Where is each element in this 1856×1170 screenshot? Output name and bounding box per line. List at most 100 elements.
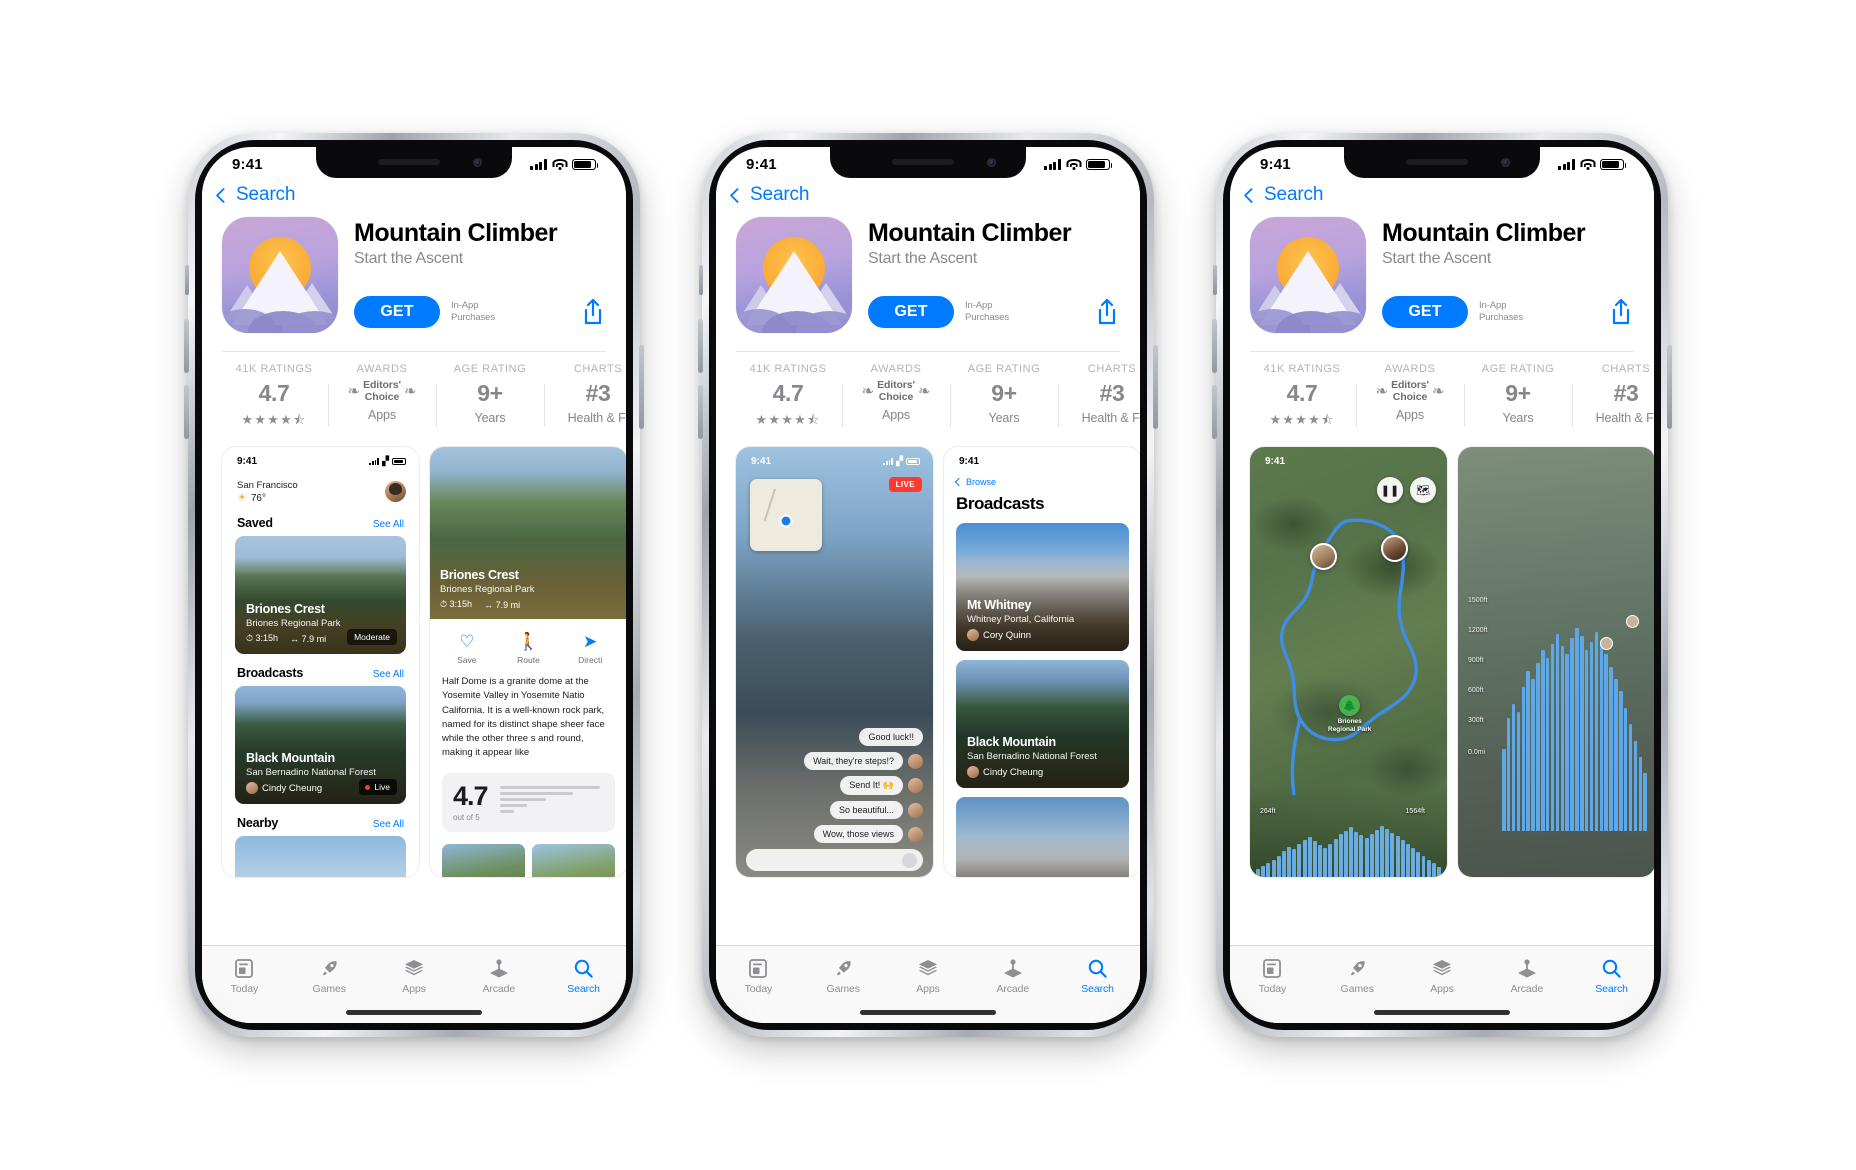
thumbnail[interactable] xyxy=(532,843,615,877)
stat-age-rating[interactable]: AGE RATING 9+ Years xyxy=(950,363,1058,433)
stat-charts[interactable]: CHARTS #3 Health & Fi xyxy=(544,363,626,433)
tab-arcade[interactable]: Arcade xyxy=(1484,955,1569,995)
get-button[interactable]: GET xyxy=(354,296,440,328)
phone-screen: 9:41 Search Mountain Climber Start the A… xyxy=(1230,147,1654,1023)
volume-up-button[interactable] xyxy=(1212,319,1217,373)
chart-marker-2[interactable] xyxy=(1626,615,1639,628)
tab-arcade[interactable]: Arcade xyxy=(456,955,541,995)
hike-card-nearby[interactable] xyxy=(235,836,406,877)
action-route[interactable]: 🚶 Route xyxy=(498,631,560,665)
tab-label: Apps xyxy=(402,983,426,995)
stat-charts[interactable]: CHARTS #3 Health & Fi xyxy=(1058,363,1140,433)
screenshot-live-broadcast[interactable]: 9:41 ▞ LIVE Good luck!! Wait, they're st… xyxy=(736,447,933,877)
silent-switch[interactable] xyxy=(185,265,189,295)
tab-apps[interactable]: Apps xyxy=(372,955,457,995)
volume-up-button[interactable] xyxy=(184,319,189,373)
power-button[interactable] xyxy=(639,345,644,429)
stat-awards[interactable]: AWARDS ❧ Editors' Choice ❧ Apps xyxy=(328,363,436,433)
tab-apps[interactable]: Apps xyxy=(886,955,971,995)
stat-age-rating[interactable]: AGE RATING 9+ Years xyxy=(1464,363,1572,433)
action-save[interactable]: ♡ Save xyxy=(436,631,498,665)
screenshot-gallery[interactable]: 9:41 ▞ LIVE Good luck!! Wait, they're st… xyxy=(716,433,1140,1023)
see-all-link[interactable]: See All xyxy=(373,669,404,680)
park-marker[interactable]: 🌲 Briones Regional Park xyxy=(1328,695,1371,734)
silent-switch[interactable] xyxy=(1213,265,1217,295)
screenshot-stage: 9:41 Search Mountain Climber Start the A… xyxy=(0,0,1856,1170)
volume-down-button[interactable] xyxy=(1212,385,1217,439)
stat-ratings[interactable]: 41K RATINGS 4.7 ★★★★⯪ xyxy=(734,363,842,433)
back-to-search-link[interactable]: Search xyxy=(215,184,295,206)
tab-games[interactable]: Games xyxy=(287,955,372,995)
home-indicator[interactable] xyxy=(346,1010,482,1015)
action-directions[interactable]: ➤ Directi xyxy=(559,631,621,665)
screenshot-gallery[interactable]: 9:41 ❚❚ 🗺 🌲 Briones Regional Park 264ft … xyxy=(1230,433,1654,1023)
mini-map-icon[interactable] xyxy=(750,479,822,551)
y-tick-label: 1500ft xyxy=(1468,597,1488,604)
share-icon[interactable] xyxy=(1096,298,1118,326)
tab-search[interactable]: Search xyxy=(1569,955,1654,995)
hiker-avatar-1[interactable] xyxy=(1310,543,1337,570)
profile-avatar[interactable] xyxy=(385,481,406,502)
get-button[interactable]: GET xyxy=(868,296,954,328)
stat-charts[interactable]: CHARTS #3 Health & Fi xyxy=(1572,363,1654,433)
app-header: Mountain Climber Start the Ascent GET In… xyxy=(202,208,626,333)
rocket-icon xyxy=(287,955,372,981)
chat-bubble: Good luck!! xyxy=(859,728,923,746)
share-icon[interactable] xyxy=(582,298,604,326)
volume-down-button[interactable] xyxy=(698,385,703,439)
silent-switch[interactable] xyxy=(699,265,703,295)
screenshot-broadcasts-list[interactable]: 9:41 Browse Broadcasts Mt Whitney Whitne… xyxy=(944,447,1140,877)
chart-bar xyxy=(1628,724,1633,831)
broadcast-card-black-mountain[interactable]: Black Mountain San Bernadino National Fo… xyxy=(956,660,1129,788)
tab-search[interactable]: Search xyxy=(1055,955,1140,995)
card-title: Briones Crest xyxy=(246,602,325,616)
screenshot-gallery[interactable]: 9:41 ▞ San Francisco ☀ 76° Saved See All… xyxy=(202,433,626,1023)
tab-today[interactable]: Today xyxy=(716,955,801,995)
see-all-link[interactable]: See All xyxy=(373,819,404,830)
hike-card-black-mountain[interactable]: Black Mountain San Bernadino National Fo… xyxy=(235,686,406,804)
hike-card-briones[interactable]: Briones Crest Briones Regional Park ⏱ 3:… xyxy=(235,536,406,654)
tab-today[interactable]: Today xyxy=(1230,955,1315,995)
chart-bar xyxy=(1555,633,1560,831)
screenshot-elevation-chart[interactable]: 1500ft 1200ft 900ft 600ft 300ft 0.0mi xyxy=(1458,447,1654,877)
tab-search[interactable]: Search xyxy=(541,955,626,995)
back-to-search-link[interactable]: Search xyxy=(1243,184,1323,206)
cellular-bars-icon xyxy=(530,159,547,170)
volume-up-button[interactable] xyxy=(698,319,703,373)
tab-arcade[interactable]: Arcade xyxy=(970,955,1055,995)
chat-input[interactable] xyxy=(746,849,923,871)
tab-games[interactable]: Games xyxy=(1315,955,1400,995)
get-button[interactable]: GET xyxy=(1382,296,1468,328)
rating-histogram xyxy=(499,783,604,817)
screenshot-hikes-list[interactable]: 9:41 ▞ San Francisco ☀ 76° Saved See All… xyxy=(222,447,419,877)
chat-bubble: Send It! 🙌 xyxy=(840,776,903,795)
back-to-search-link[interactable]: Search xyxy=(729,184,809,206)
thumbnail[interactable] xyxy=(442,843,525,877)
screenshot-map-route[interactable]: 9:41 ❚❚ 🗺 🌲 Briones Regional Park 264ft … xyxy=(1250,447,1447,877)
tab-today[interactable]: Today xyxy=(202,955,287,995)
power-button[interactable] xyxy=(1667,345,1672,429)
stat-awards[interactable]: AWARDS ❧ Editors' Choice ❧ Apps xyxy=(1356,363,1464,433)
stat-age-rating[interactable]: AGE RATING 9+ Years xyxy=(436,363,544,433)
home-indicator[interactable] xyxy=(860,1010,996,1015)
screenshot-hike-detail[interactable]: Briones Crest Briones Regional Park ⏱ 3:… xyxy=(430,447,626,877)
magnifier-icon xyxy=(541,955,626,981)
stat-ratings[interactable]: 41K RATINGS 4.7 ★★★★⯪ xyxy=(220,363,328,433)
stat-awards[interactable]: AWARDS ❧ Editors' Choice ❧ Apps xyxy=(842,363,950,433)
tab-apps[interactable]: Apps xyxy=(1400,955,1485,995)
chart-marker-1[interactable] xyxy=(1600,637,1613,650)
detail-thumbnails[interactable] xyxy=(430,832,626,877)
tab-games[interactable]: Games xyxy=(801,955,886,995)
broadcast-card-mt-whitney[interactable]: Mt Whitney Whitney Portal, California Co… xyxy=(956,523,1129,651)
power-button[interactable] xyxy=(1153,345,1158,429)
home-indicator[interactable] xyxy=(1374,1010,1510,1015)
chart-bar xyxy=(1276,855,1281,877)
today-card-icon xyxy=(1230,955,1315,981)
broadcast-card-clyde-minaret[interactable]: Clyde Minaret xyxy=(956,797,1129,877)
volume-down-button[interactable] xyxy=(184,385,189,439)
share-icon[interactable] xyxy=(1610,298,1632,326)
see-all-link[interactable]: See All xyxy=(373,519,404,530)
hiker-avatar-2[interactable] xyxy=(1381,535,1408,562)
stat-ratings[interactable]: 41K RATINGS 4.7 ★★★★⯪ xyxy=(1248,363,1356,433)
back-to-browse-link[interactable]: Browse xyxy=(954,477,1128,487)
